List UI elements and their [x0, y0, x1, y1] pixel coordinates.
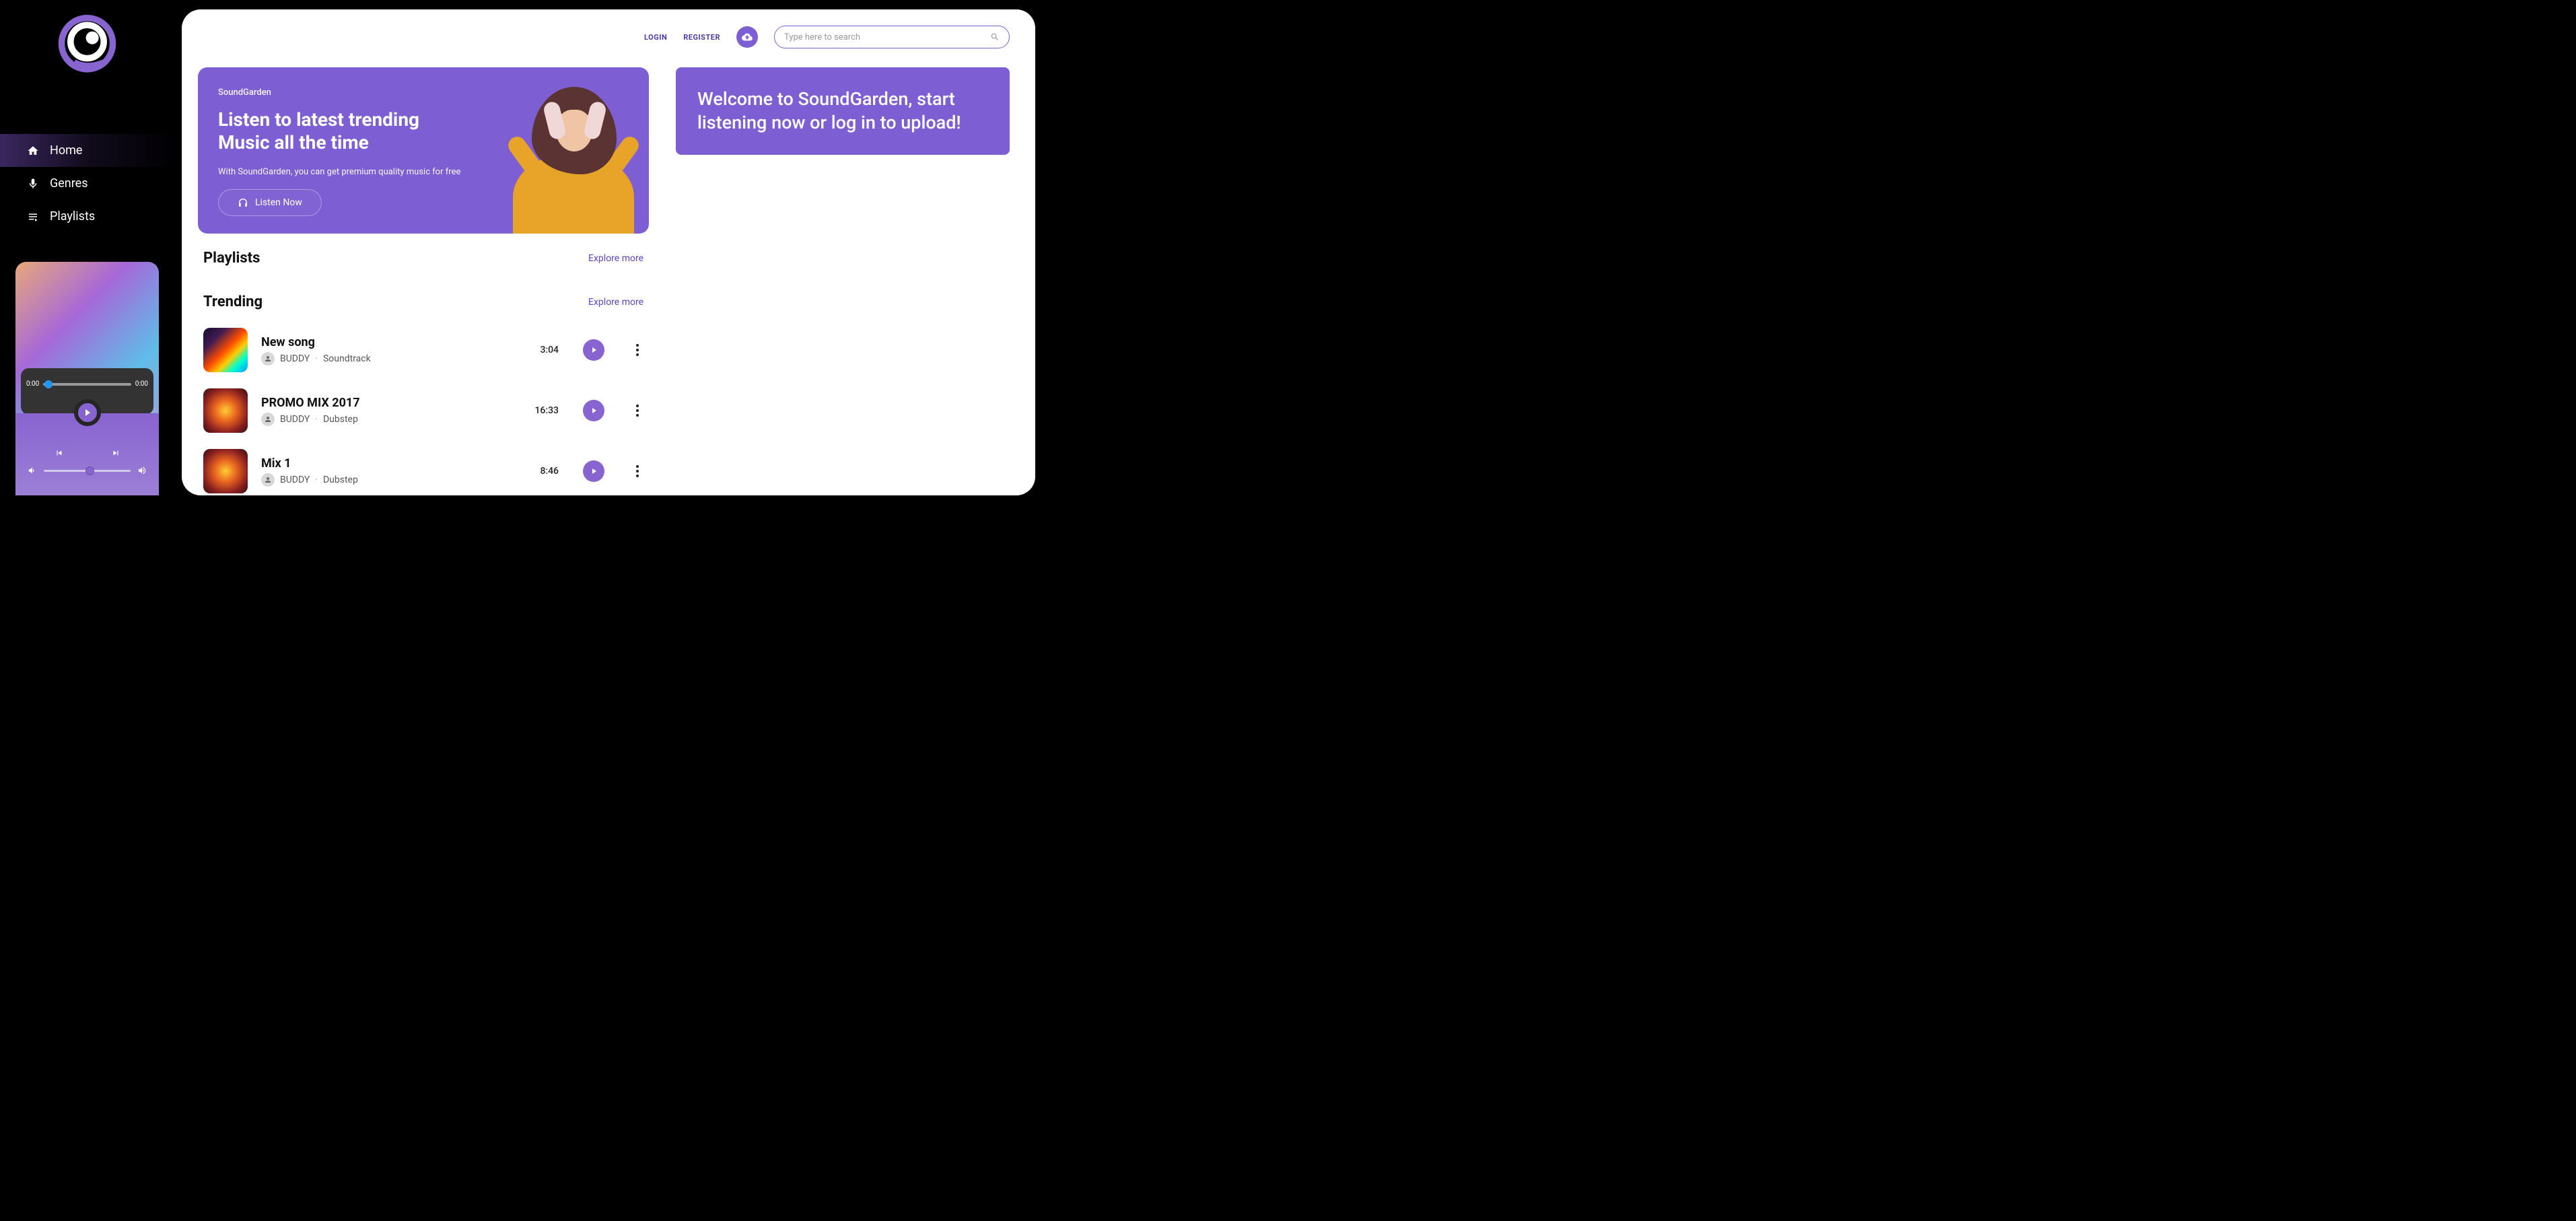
trending-explore-link[interactable]: Explore more: [588, 297, 643, 308]
artist-avatar: [261, 352, 275, 365]
playlists-title: Playlists: [203, 250, 260, 267]
listen-now-button[interactable]: Listen Now: [218, 189, 322, 216]
person-icon: [264, 415, 272, 423]
playlists-header: Playlists Explore more: [198, 250, 649, 267]
login-link[interactable]: LOGIN: [644, 33, 667, 42]
welcome-banner: Welcome to SoundGarden, start listening …: [676, 67, 1010, 155]
nav-list: Home Genres Playlists: [0, 134, 174, 233]
track-thumbnail: [203, 449, 248, 493]
track-list: New song BUDDY · Soundtrack 3:04: [198, 320, 649, 495]
track-title: Mix 1: [261, 456, 526, 470]
seek-thumb[interactable]: [44, 380, 53, 388]
nav-label: Playlists: [50, 209, 95, 223]
main-panel: LOGIN REGISTER SoundGarden Listen to lat…: [182, 9, 1035, 495]
upload-button[interactable]: [736, 26, 758, 48]
track-row: New song BUDDY · Soundtrack 3:04: [198, 320, 649, 380]
register-link[interactable]: REGISTER: [683, 33, 720, 42]
trending-header: Trending Explore more: [198, 293, 649, 310]
track-duration: 16:33: [534, 405, 559, 416]
nav-playlists[interactable]: Playlists: [0, 200, 174, 233]
nav-label: Genres: [50, 176, 88, 190]
nav-genres[interactable]: Genres: [0, 167, 174, 200]
play-icon: [85, 409, 90, 416]
track-play-button[interactable]: [583, 339, 604, 361]
search-icon: [990, 32, 1000, 42]
track-artist: BUDDY: [280, 414, 310, 425]
search-box[interactable]: [774, 26, 1010, 48]
volume-thumb[interactable]: [85, 466, 94, 475]
sidebar: Home Genres Playlists 0:00 0:00: [0, 0, 174, 495]
hero-image: [460, 67, 649, 234]
library-icon: [27, 211, 39, 223]
time-current: 0:00: [26, 380, 39, 388]
volume-high-icon[interactable]: [137, 466, 147, 475]
track-title: New song: [261, 335, 526, 349]
search-input[interactable]: [784, 32, 983, 42]
person-icon: [264, 355, 272, 363]
track-row: PROMO MIX 2017 BUDDY · Dubstep 16:33: [198, 380, 649, 441]
hero-banner: SoundGarden Listen to latest trending Mu…: [198, 67, 649, 234]
trending-title: Trending: [203, 293, 263, 310]
person-icon: [264, 476, 272, 484]
track-genre: Dubstep: [323, 414, 358, 425]
track-genre: Soundtrack: [323, 353, 371, 364]
time-total: 0:00: [135, 380, 148, 388]
track-play-button[interactable]: [583, 460, 604, 482]
brand-logo: [0, 0, 174, 94]
cloud-upload-icon: [742, 32, 753, 42]
nav-home[interactable]: Home: [0, 134, 174, 167]
track-artist: BUDDY: [280, 353, 310, 364]
logo-icon: [55, 15, 119, 79]
seek-track[interactable]: [43, 383, 131, 386]
artist-avatar: [261, 473, 275, 487]
play-button[interactable]: [74, 399, 101, 426]
separator: ·: [315, 475, 318, 485]
separator: ·: [315, 353, 318, 364]
volume-low-icon[interactable]: [28, 466, 37, 475]
track-duration: 3:04: [540, 345, 559, 355]
track-more-button[interactable]: [631, 400, 643, 421]
track-title: PROMO MIX 2017: [261, 396, 521, 410]
track-play-button[interactable]: [583, 400, 604, 421]
headphones-icon: [238, 197, 248, 208]
nav-label: Home: [50, 143, 82, 158]
track-row: Mix 1 BUDDY · Dubstep 8:46: [198, 441, 649, 495]
play-icon: [592, 347, 596, 353]
track-thumbnail: [203, 388, 248, 433]
mini-player: 0:00 0:00: [15, 262, 159, 495]
playlists-explore-link[interactable]: Explore more: [588, 253, 643, 264]
track-genre: Dubstep: [323, 475, 358, 485]
track-artist: BUDDY: [280, 475, 310, 485]
skip-next-icon[interactable]: [111, 448, 120, 458]
track-more-button[interactable]: [631, 340, 643, 360]
top-bar: LOGIN REGISTER: [182, 9, 1035, 65]
home-icon: [27, 145, 39, 157]
play-icon: [592, 468, 596, 474]
skip-previous-icon[interactable]: [55, 448, 64, 458]
track-thumbnail: [203, 328, 248, 372]
artist-avatar: [261, 413, 275, 426]
play-icon: [592, 408, 596, 413]
track-duration: 8:46: [540, 466, 559, 477]
separator: ·: [315, 414, 318, 425]
volume-slider[interactable]: [44, 470, 131, 472]
track-more-button[interactable]: [631, 461, 643, 481]
mic-icon: [27, 178, 39, 190]
